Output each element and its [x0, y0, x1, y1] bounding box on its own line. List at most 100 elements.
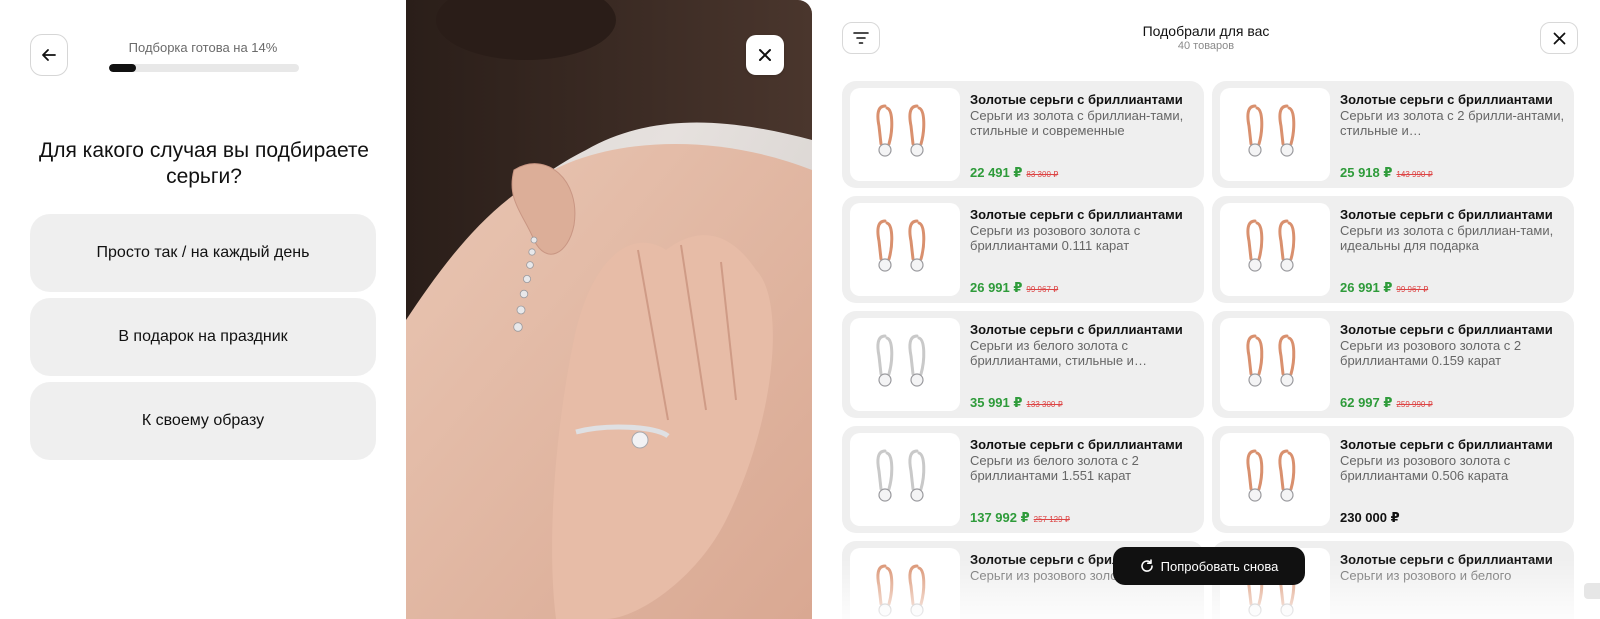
product-name[interactable]: Золотые серьги с бриллиантами [970, 437, 1196, 452]
model-photo-illustration [406, 0, 812, 619]
product-description: Серьги из золота с бриллиан-тами, стильн… [970, 108, 1184, 138]
product-old-price: 99 967 ₽ [1396, 285, 1429, 294]
product-info: Золотые серьги с бриллиантами Серьги из … [970, 322, 1196, 368]
product-card[interactable]: Золотые серьги с бриллиантами Серьги из … [842, 81, 1204, 188]
product-price: 137 992 ₽ [970, 510, 1030, 525]
earrings-icon [876, 334, 926, 387]
results-close-button[interactable] [1540, 22, 1578, 54]
product-info: Золотые серьги с бриллиантами Серьги из … [1340, 322, 1566, 368]
earrings-icon [1246, 449, 1296, 502]
product-price: 62 997 ₽ [1340, 395, 1393, 410]
quiz-panel: Подборка готова на 14% Для какого случая… [0, 0, 406, 619]
product-old-price: 143 990 ₽ [1396, 170, 1433, 179]
product-old-price: 259 990 ₽ [1396, 400, 1433, 409]
product-image[interactable] [850, 548, 960, 619]
product-name[interactable]: Золотые серьги с бриллиантами [1340, 207, 1566, 222]
progress-label: Подборка готова на 14% [128, 40, 278, 55]
product-card[interactable]: Золотые серьги с бриллиантами Серьги из … [1212, 426, 1574, 533]
retry-button-label: Попробовать снова [1160, 558, 1279, 574]
product-card[interactable]: Золотые серьги с бриллиантами Серьги из … [842, 196, 1204, 303]
earrings-icon [1246, 219, 1296, 272]
results-title: Подобрали для вас [1142, 23, 1270, 39]
product-card[interactable]: Золотые серьги с бриллиантами Серьги из … [1212, 311, 1574, 418]
product-image[interactable] [1220, 433, 1330, 526]
earrings-icon [876, 449, 926, 502]
product-price: 35 991 ₽ [970, 395, 1023, 410]
product-name[interactable]: Золотые серьги с бриллиантами [970, 322, 1196, 337]
back-button[interactable] [30, 34, 68, 76]
close-icon [1553, 32, 1565, 44]
product-price-row: 137 992 ₽ 257 129 ₽ [970, 510, 1070, 526]
product-image[interactable] [850, 203, 960, 296]
results-count: 40 товаров [1177, 40, 1235, 52]
product-info: Золотые серьги с бриллиантами Серьги из … [970, 92, 1196, 138]
product-description: Серьги из золота с 2 брилли-антами, стил… [1340, 108, 1565, 138]
product-name[interactable]: Золотые серьги с бриллиантами [1340, 437, 1566, 452]
product-image[interactable] [850, 433, 960, 526]
product-info: Золотые серьги с бриллиантами Серьги из … [1340, 92, 1566, 138]
product-image[interactable] [1220, 203, 1330, 296]
product-price-row: 26 991 ₽ 99 967 ₽ [1340, 280, 1428, 296]
earrings-icon [876, 104, 926, 157]
product-price: 26 991 ₽ [1340, 280, 1393, 295]
product-name[interactable]: Золотые серьги с бриллиантами [1340, 322, 1566, 337]
page: Подборка готова на 14% Для какого случая… [0, 0, 1600, 619]
product-price: 22 491 ₽ [970, 165, 1023, 180]
product-price-row: 35 991 ₽ 133 300 ₽ [970, 395, 1063, 411]
product-card[interactable]: Золотые серьги с бриллиантами Серьги из … [842, 426, 1204, 533]
product-name[interactable]: Золотые серьги с бриллиантами [970, 207, 1196, 222]
product-price: 230 000 ₽ [1340, 510, 1400, 525]
option-everyday[interactable]: Просто так / на каждый день [30, 214, 376, 292]
product-price: 25 918 ₽ [1340, 165, 1393, 180]
product-info: Золотые серьги с бриллиантами Серьги из … [1340, 437, 1566, 483]
product-image[interactable] [850, 88, 960, 181]
product-info: Золотые серьги с бриллиантами Серьги из … [1340, 207, 1566, 253]
product-price-row: 25 918 ₽ 143 990 ₽ [1340, 165, 1433, 181]
product-description: Серьги из розового золота с бриллиантами… [1340, 453, 1511, 483]
product-old-price: 133 300 ₽ [1026, 400, 1063, 409]
option-own-style[interactable]: К своему образу [30, 382, 376, 460]
product-price-row: 230 000 ₽ [1340, 510, 1404, 526]
refresh-icon [1140, 559, 1153, 572]
product-name[interactable]: Золотые серьги с бриллиантами [1340, 92, 1566, 107]
close-icon [759, 49, 771, 61]
product-description: Серьги из белого золота с бриллиантами, … [970, 338, 1147, 368]
product-old-price: 99 967 ₽ [1026, 285, 1059, 294]
quiz-question: Для какого случая вы подбираете серьги? [39, 139, 369, 188]
product-price-row: 22 491 ₽ 83 300 ₽ [970, 165, 1058, 181]
earrings-icon [876, 564, 926, 617]
product-grid: Золотые серьги с бриллиантами Серьги из … [842, 81, 1578, 619]
photo-close-button[interactable] [746, 35, 784, 75]
model-photo [406, 0, 812, 619]
product-description: Серьги из розового золота с 2 бриллианта… [1340, 338, 1522, 368]
progress-bar-fill [109, 64, 136, 72]
product-price: 26 991 ₽ [970, 280, 1023, 295]
product-old-price: 83 300 ₽ [1026, 170, 1059, 179]
product-image[interactable] [850, 318, 960, 411]
earrings-icon [876, 219, 926, 272]
arrow-left-icon [42, 49, 56, 61]
product-info: Золотые серьги с бриллиантами Серьги из … [970, 207, 1196, 253]
product-card[interactable]: Золотые серьги с бриллиантами Серьги из … [1212, 81, 1574, 188]
option-gift[interactable]: В подарок на праздник [30, 298, 376, 376]
results-panel: Подобрали для вас 40 товаров Золотые сер… [812, 0, 1600, 619]
scrollbar[interactable] [1584, 583, 1600, 599]
product-name[interactable]: Золотые серьги с бриллиантами [970, 92, 1196, 107]
product-description: Серьги из розового и белого [1340, 568, 1512, 583]
product-old-price: 257 129 ₽ [1033, 515, 1070, 524]
product-price-row: 62 997 ₽ 259 990 ₽ [1340, 395, 1433, 411]
product-info: Золотые серьги с бриллиантами Серьги из … [970, 437, 1196, 483]
product-name[interactable]: Золотые серьги с бриллиантами [1340, 552, 1566, 567]
product-description: Серьги из розового золота с бриллиантами… [970, 223, 1141, 253]
retry-button[interactable]: Попробовать снова [1113, 547, 1305, 585]
earrings-icon [1246, 104, 1296, 157]
product-card[interactable]: Золотые серьги с бриллиантами Серьги из … [842, 311, 1204, 418]
product-image[interactable] [1220, 88, 1330, 181]
product-card[interactable]: Золотые серьги с бриллиантами Серьги из … [1212, 196, 1574, 303]
earrings-icon [1246, 334, 1296, 387]
product-image[interactable] [1220, 318, 1330, 411]
progress-bar [109, 64, 299, 72]
product-description: Серьги из золота с бриллиан-тами, идеаль… [1340, 223, 1554, 253]
product-price-row: 26 991 ₽ 99 967 ₽ [970, 280, 1058, 296]
product-info: Золотые серьги с бриллиантами Серьги из … [1340, 552, 1566, 598]
